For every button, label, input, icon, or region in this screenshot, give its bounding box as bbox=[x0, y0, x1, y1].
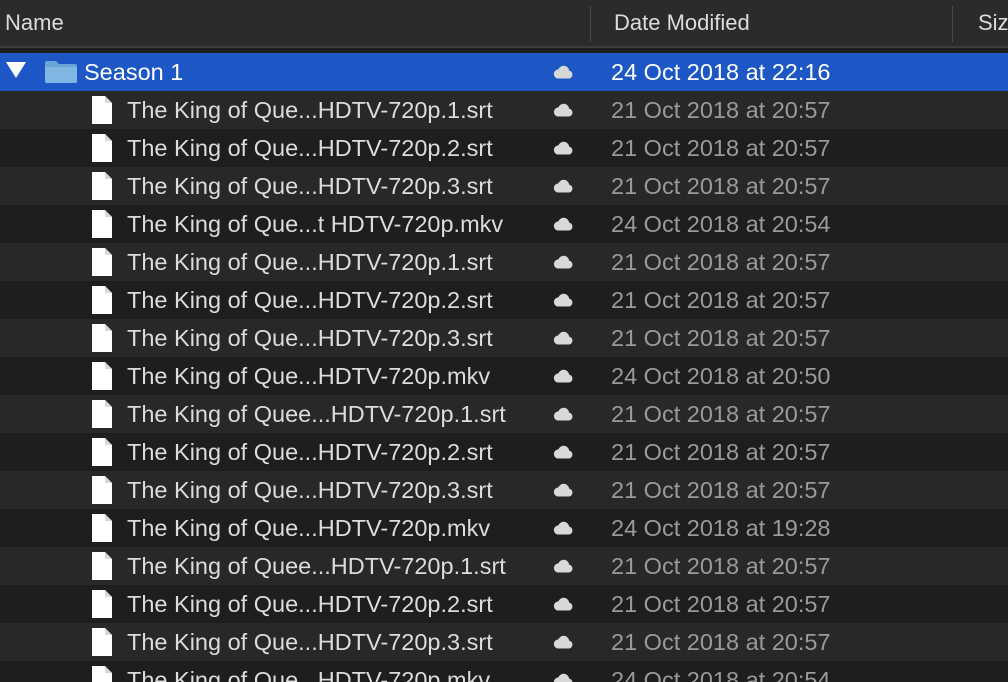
file-row[interactable]: The King of Que...HDTV-720p.2.srt 21 Oct … bbox=[0, 433, 1008, 471]
document-icon bbox=[90, 551, 114, 581]
file-row[interactable]: The King of Que...HDTV-720p.2.srt 21 Oct … bbox=[0, 281, 1008, 319]
file-name: The King of Quee...HDTV-720p.1.srt bbox=[127, 401, 506, 427]
file-name: The King of Que...HDTV-720p.2.srt bbox=[127, 135, 493, 161]
date-modified: 24 Oct 2018 at 20:54 bbox=[611, 667, 831, 682]
date-modified: 21 Oct 2018 at 20:57 bbox=[611, 249, 831, 275]
date-modified: 21 Oct 2018 at 20:57 bbox=[611, 401, 831, 427]
date-modified: 21 Oct 2018 at 20:57 bbox=[611, 97, 831, 123]
column-header-date-modified[interactable]: Date Modified bbox=[614, 0, 944, 46]
document-icon bbox=[90, 133, 114, 163]
file-name: The King of Que...HDTV-720p.3.srt bbox=[127, 477, 493, 503]
file-name: The King of Que...HDTV-720p.3.srt bbox=[127, 629, 493, 655]
document-icon bbox=[90, 475, 114, 505]
file-row[interactable]: The King of Que...HDTV-720p.2.srt 21 Oct … bbox=[0, 585, 1008, 623]
icloud-icon bbox=[552, 558, 574, 574]
file-name: The King of Que...HDTV-720p.2.srt bbox=[127, 439, 493, 465]
file-row[interactable]: The King of Que...HDTV-720p.3.srt 21 Oct … bbox=[0, 471, 1008, 509]
file-name: The King of Que...HDTV-720p.2.srt bbox=[127, 287, 493, 313]
column-separator[interactable] bbox=[952, 6, 953, 42]
icloud-icon bbox=[552, 406, 574, 422]
date-modified: 21 Oct 2018 at 20:57 bbox=[611, 629, 831, 655]
date-modified: 21 Oct 2018 at 20:57 bbox=[611, 287, 831, 313]
column-header-name[interactable]: Name bbox=[5, 0, 585, 46]
icloud-icon bbox=[552, 368, 574, 384]
file-row[interactable]: The King of Que...HDTV-720p.mkv 24 Oct 20… bbox=[0, 509, 1008, 547]
date-modified: 21 Oct 2018 at 20:57 bbox=[611, 135, 831, 161]
date-modified: 21 Oct 2018 at 20:57 bbox=[611, 477, 831, 503]
column-separator[interactable] bbox=[590, 6, 591, 42]
finder-list-view: Name Date Modified Siz Season 1 24 Oct 20… bbox=[0, 0, 1008, 682]
file-row[interactable]: The King of Quee...HDTV-720p.1.srt 21 Oct… bbox=[0, 547, 1008, 585]
icloud-icon bbox=[552, 216, 574, 232]
document-icon bbox=[90, 285, 114, 315]
document-icon bbox=[90, 323, 114, 353]
file-name: The King of Quee...HDTV-720p.1.srt bbox=[127, 553, 506, 579]
date-modified: 21 Oct 2018 at 20:57 bbox=[611, 439, 831, 465]
file-row[interactable]: The King of Que...HDTV-720p.mkv 24 Oct 20… bbox=[0, 357, 1008, 395]
file-row[interactable]: The King of Que...HDTV-720p.3.srt 21 Oct … bbox=[0, 623, 1008, 661]
icloud-icon bbox=[552, 102, 574, 118]
file-row[interactable]: The King of Que...HDTV-720p.1.srt 21 Oct … bbox=[0, 243, 1008, 281]
icloud-icon bbox=[552, 672, 574, 682]
folder-row[interactable]: Season 1 24 Oct 2018 at 22:16 bbox=[0, 53, 1008, 91]
document-icon bbox=[90, 247, 114, 277]
date-modified: 21 Oct 2018 at 20:57 bbox=[611, 325, 831, 351]
document-icon bbox=[90, 209, 114, 239]
file-row[interactable]: The King of Que...HDTV-720p.mkv 24 Oct 20… bbox=[0, 661, 1008, 682]
icloud-icon bbox=[552, 140, 574, 156]
icloud-icon bbox=[552, 482, 574, 498]
date-modified: 21 Oct 2018 at 20:57 bbox=[611, 173, 831, 199]
file-row[interactable]: The King of Que...HDTV-720p.1.srt 21 Oct … bbox=[0, 91, 1008, 129]
column-header-size[interactable]: Siz bbox=[978, 0, 1008, 46]
folder-icon bbox=[44, 60, 78, 84]
date-modified: 24 Oct 2018 at 20:54 bbox=[611, 211, 831, 237]
file-row[interactable]: The King of Quee...HDTV-720p.1.srt 21 Oct… bbox=[0, 395, 1008, 433]
file-name: The King of Que...HDTV-720p.1.srt bbox=[127, 249, 493, 275]
document-icon bbox=[90, 399, 114, 429]
document-icon bbox=[90, 627, 114, 657]
icloud-icon bbox=[552, 292, 574, 308]
disclosure-triangle-icon[interactable] bbox=[6, 62, 26, 78]
column-header: Name Date Modified Siz bbox=[0, 0, 1008, 48]
file-name: The King of Que...HDTV-720p.3.srt bbox=[127, 325, 493, 351]
file-name: The King of Que...HDTV-720p.mkv bbox=[127, 515, 491, 541]
file-name: The King of Que...HDTV-720p.1.srt bbox=[127, 97, 493, 123]
document-icon bbox=[90, 437, 114, 467]
icloud-icon bbox=[552, 254, 574, 270]
date-modified: 21 Oct 2018 at 20:57 bbox=[611, 591, 831, 617]
file-name: The King of Que...HDTV-720p.mkv bbox=[127, 363, 491, 389]
file-name: The King of Que...HDTV-720p.2.srt bbox=[127, 591, 493, 617]
file-name: The King of Que...HDTV-720p.3.srt bbox=[127, 173, 493, 199]
document-icon bbox=[90, 171, 114, 201]
date-modified: 24 Oct 2018 at 19:28 bbox=[611, 515, 831, 541]
file-row[interactable]: The King of Que...HDTV-720p.3.srt 21 Oct … bbox=[0, 167, 1008, 205]
icloud-icon bbox=[552, 178, 574, 194]
folder-name: Season 1 bbox=[84, 59, 184, 85]
icloud-icon bbox=[552, 444, 574, 460]
date-modified: 24 Oct 2018 at 22:16 bbox=[611, 59, 831, 85]
document-icon bbox=[90, 513, 114, 543]
file-row[interactable]: The King of Que...HDTV-720p.3.srt 21 Oct … bbox=[0, 319, 1008, 357]
document-icon bbox=[90, 589, 114, 619]
date-modified: 21 Oct 2018 at 20:57 bbox=[611, 553, 831, 579]
file-row[interactable]: The King of Que...t HDTV-720p.mkv 24 Oct … bbox=[0, 205, 1008, 243]
date-modified: 24 Oct 2018 at 20:50 bbox=[611, 363, 831, 389]
icloud-icon bbox=[552, 596, 574, 612]
icloud-icon bbox=[552, 634, 574, 650]
document-icon bbox=[90, 95, 114, 125]
document-icon bbox=[90, 665, 114, 682]
icloud-icon bbox=[552, 330, 574, 346]
icloud-icon bbox=[552, 520, 574, 536]
file-name: The King of Que...t HDTV-720p.mkv bbox=[127, 211, 504, 237]
icloud-icon bbox=[552, 64, 574, 80]
file-row[interactable]: The King of Que...HDTV-720p.2.srt 21 Oct … bbox=[0, 129, 1008, 167]
document-icon bbox=[90, 361, 114, 391]
file-name: The King of Que...HDTV-720p.mkv bbox=[127, 667, 491, 682]
file-list: Season 1 24 Oct 2018 at 22:16 The King of … bbox=[0, 53, 1008, 682]
